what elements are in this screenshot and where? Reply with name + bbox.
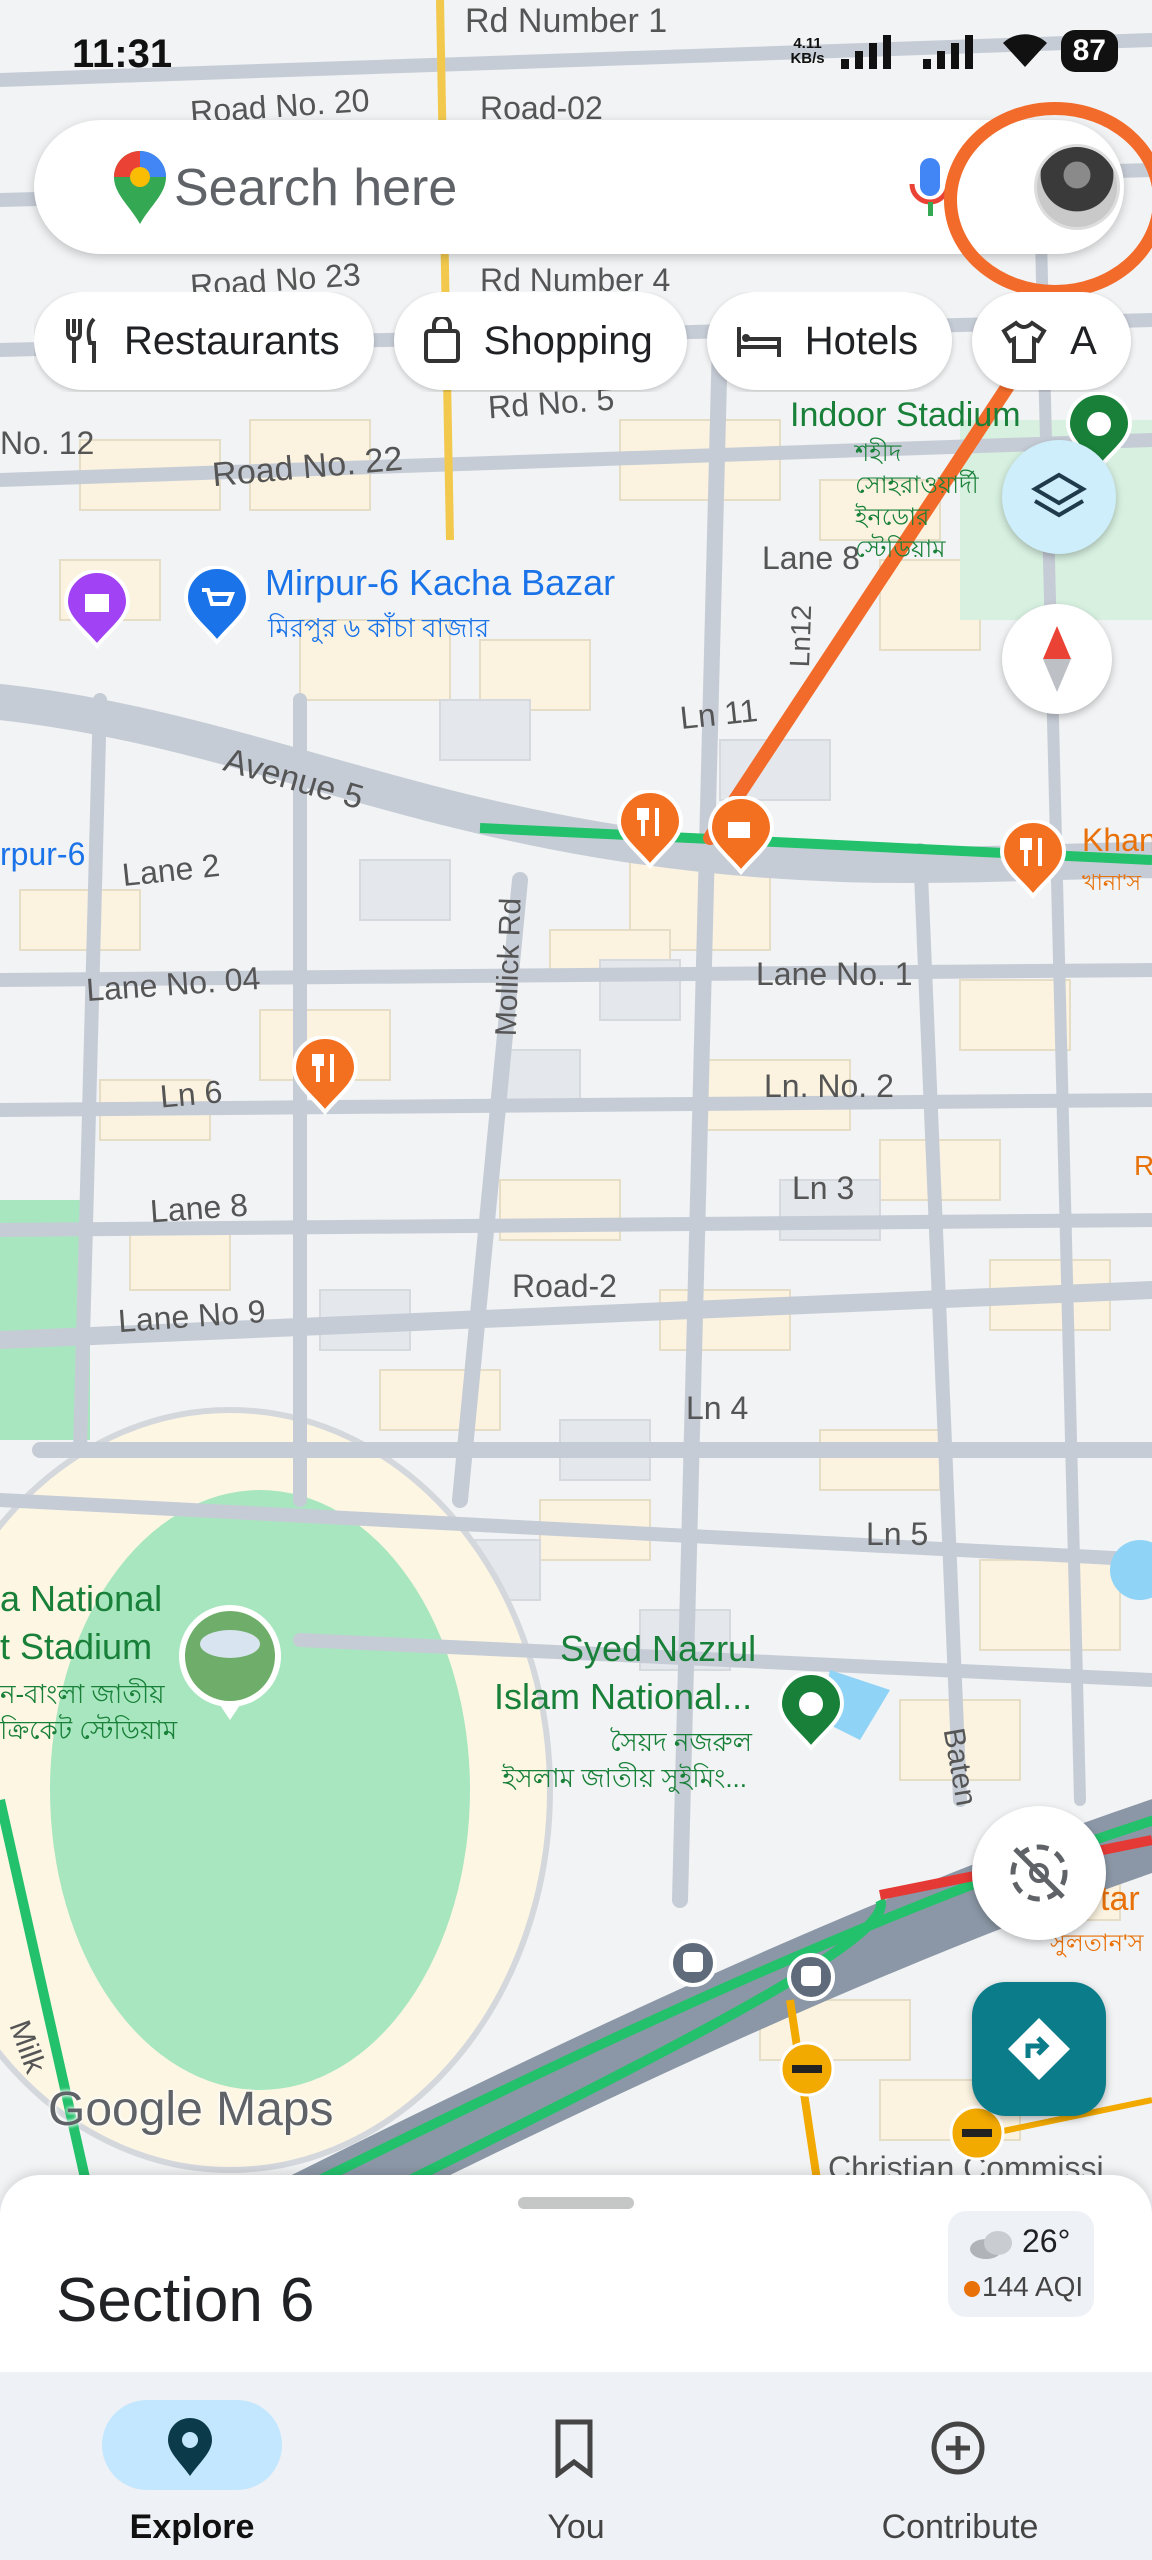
poi-label-bengali: শহীদ সোহরাওয়ার্দী ইনডোর স্টেডিয়াম <box>855 440 979 563</box>
poi-label: rpur-6 <box>0 836 86 872</box>
layers-button[interactable] <box>1002 440 1116 554</box>
chip-hotels[interactable]: Hotels <box>706 292 953 390</box>
street-label: No. 12 <box>0 425 95 461</box>
chip-label: Shopping <box>483 318 653 363</box>
wifi-icon <box>1002 34 1047 67</box>
street-label: Ln 3 <box>792 1170 855 1206</box>
network-speed-value: 4.11 <box>793 35 822 52</box>
status-icons: 4.11 KB/s 87 <box>790 30 1118 72</box>
restaurant-pin-icon[interactable] <box>290 1036 360 1116</box>
poi-label[interactable]: Indoor Stadium <box>790 396 1021 435</box>
bus-stop-icon[interactable] <box>668 1938 718 1988</box>
street-label: Mollick Rd <box>489 897 528 1037</box>
tab-explore[interactable]: Explore <box>60 2390 300 2546</box>
tab-contribute[interactable]: Contribute <box>828 2390 1068 2546</box>
grocery-pin-icon[interactable] <box>182 566 252 646</box>
street-label: Lane No. 1 <box>756 956 913 992</box>
poi-label[interactable]: tar <box>1100 1880 1140 1919</box>
highlight-annotation-ring <box>944 102 1152 298</box>
layers-icon <box>1031 472 1087 518</box>
poi-label[interactable]: Mirpur-6 Kacha Bazar <box>265 562 615 604</box>
directions-icon <box>1008 2018 1070 2080</box>
network-speed-unit: KB/s <box>790 50 825 67</box>
poi-label[interactable]: t Stadium <box>0 1626 152 1668</box>
street-label: Ln. No. 2 <box>764 1068 894 1104</box>
road-closure-icon <box>779 2041 835 2097</box>
compass-icon <box>1043 626 1071 692</box>
poi-label[interactable]: Syed Nazrul <box>560 1628 756 1670</box>
poi-label[interactable]: Islam National... <box>494 1676 752 1718</box>
street-label: Ln 4 <box>686 1390 749 1426</box>
tab-label: You <box>547 2508 605 2546</box>
tab-label: Contribute <box>881 2508 1039 2546</box>
location-off-button[interactable] <box>972 1806 1106 1940</box>
bookmark-icon <box>555 2419 593 2478</box>
tab-label: Explore <box>129 2508 255 2546</box>
shopping-bag-icon <box>423 317 460 363</box>
restaurant-pin-icon[interactable] <box>998 820 1068 900</box>
chip-shopping[interactable]: Shopping <box>393 292 687 390</box>
plus-circle-icon <box>931 2421 985 2475</box>
fork-knife-icon <box>66 317 96 363</box>
chip-restaurants[interactable]: Restaurants <box>34 292 374 390</box>
street-label: Lane 8 <box>762 540 860 576</box>
weather-widget[interactable]: 26° 144 AQI <box>948 2211 1094 2317</box>
category-chips: Restaurants Shopping Hotels A <box>34 292 1152 392</box>
bottom-navigation: Explore You Contribute <box>0 2372 1152 2560</box>
street-label: Lane 8 <box>148 1186 249 1230</box>
street-label: Ln12 <box>784 604 818 668</box>
cafe-pin-icon[interactable] <box>706 796 776 876</box>
logo-maps-text: Maps <box>216 2083 334 2136</box>
search-input[interactable]: Search here <box>174 158 457 218</box>
bed-icon <box>736 327 781 357</box>
bus-stop-icon[interactable] <box>786 1952 836 2002</box>
location-disabled-icon <box>1010 1844 1068 1902</box>
aqi-status-dot <box>964 2281 980 2297</box>
chip-label: Hotels <box>804 318 919 363</box>
drag-handle[interactable] <box>518 2197 634 2209</box>
street-label: Ln 5 <box>866 1516 929 1552</box>
bottom-sheet[interactable]: Section 6 26° 144 AQI <box>0 2175 1152 2375</box>
poi-label-bengali: ইসলাম জাতীয় সুইমিং... <box>502 1763 747 1793</box>
network-speed: 4.11 KB/s <box>790 36 824 66</box>
poi-label-bengali: ক্রিকেট স্টেডিয়াম <box>0 1715 178 1745</box>
chip-label: Restaurants <box>124 318 340 363</box>
poi-label[interactable]: a National <box>0 1578 162 1620</box>
compass-button[interactable] <box>1002 604 1112 714</box>
logo-google-text: Google <box>48 2083 203 2136</box>
location-pin-icon <box>168 2418 212 2476</box>
status-bar: 11:31 4.11 KB/s 87 <box>0 0 1152 110</box>
battery-indicator: 87 <box>1060 30 1118 72</box>
stadium-photo-pin-icon[interactable] <box>178 1604 282 1724</box>
cloud-icon <box>970 2231 1012 2259</box>
poi-label-bengali: খানা'স <box>1082 870 1142 895</box>
status-time: 11:31 <box>72 32 173 76</box>
poi-label: R <box>1134 1150 1152 1181</box>
restaurant-pin-icon[interactable] <box>615 790 685 870</box>
tab-you[interactable]: You <box>444 2390 684 2546</box>
chip-label: A <box>1070 318 1097 363</box>
temperature: 26° <box>1022 2223 1071 2259</box>
directions-button[interactable] <box>972 1982 1106 2116</box>
google-maps-logo: Google Maps <box>48 2082 334 2137</box>
poi-label-bengali: মিরপুর ৬ কাঁচা বাজার <box>268 613 490 643</box>
area-title: Section 6 <box>56 2266 315 2335</box>
shirt-icon <box>1001 320 1047 363</box>
signal-icon <box>840 35 891 69</box>
poi-label[interactable]: Khan <box>1082 822 1152 859</box>
swimming-pin-icon[interactable] <box>776 1672 846 1752</box>
google-maps-pin-icon <box>114 151 166 224</box>
street-label: Road-2 <box>512 1268 617 1304</box>
street-label: Ln 6 <box>158 1073 224 1115</box>
chip-apparel[interactable]: A <box>972 292 1131 390</box>
air-quality-index: 144 AQI <box>982 2271 1084 2302</box>
landmark-pin-icon[interactable] <box>62 570 132 650</box>
signal-icon <box>922 35 973 69</box>
